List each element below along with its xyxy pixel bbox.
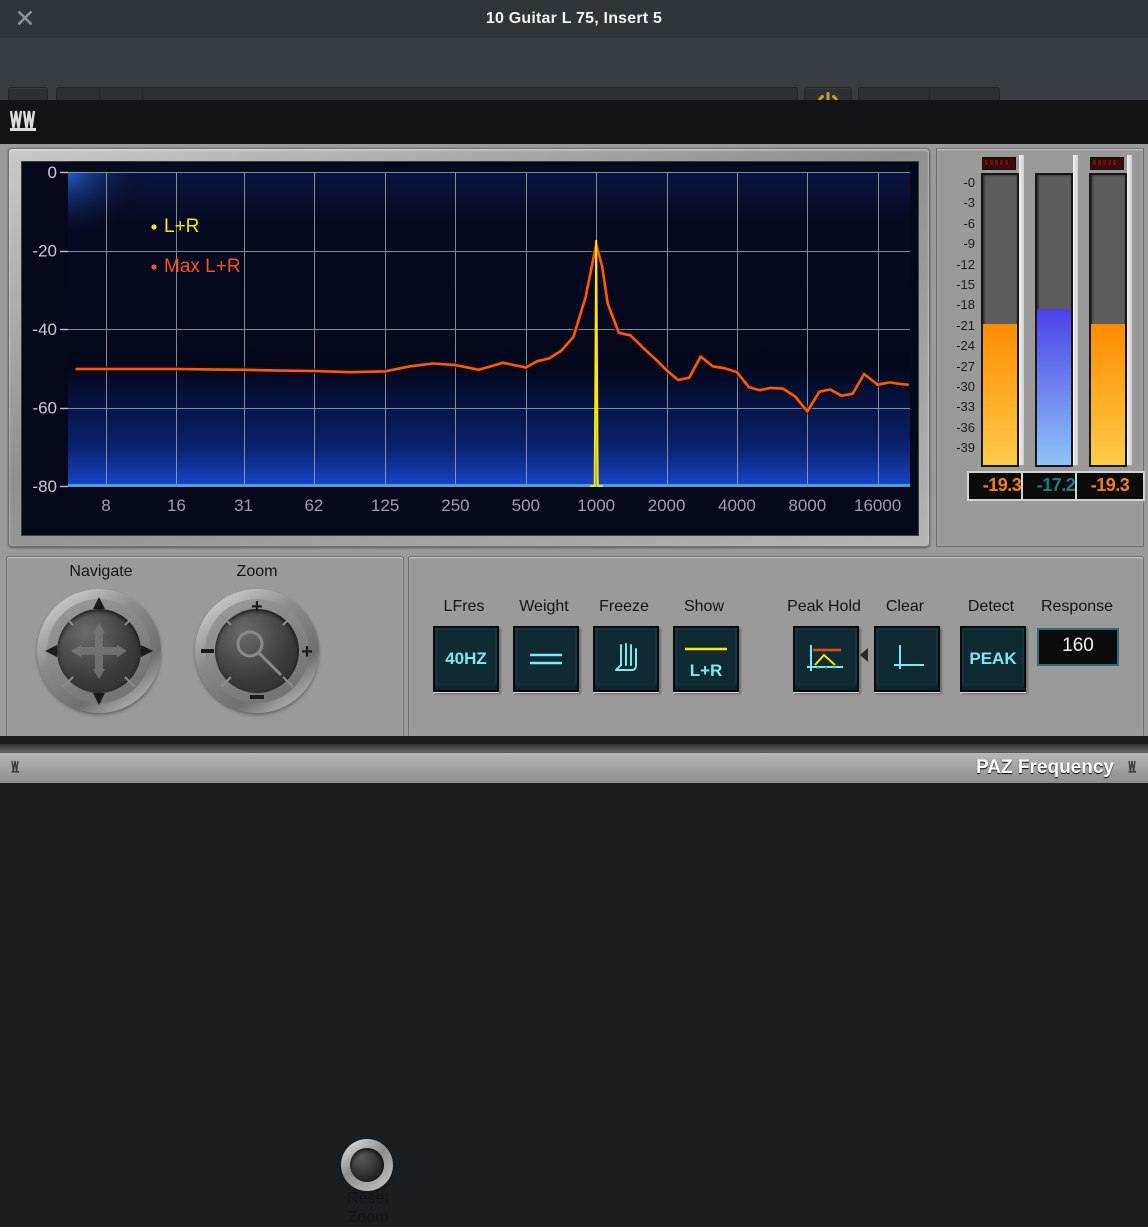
svg-text:Max L+R: Max L+R: [164, 256, 241, 277]
meter-scale-tick: -6: [963, 215, 975, 231]
meter-readout-right[interactable]: -19.3: [1075, 471, 1145, 501]
svg-text:500: 500: [512, 496, 540, 515]
svg-text:+: +: [251, 596, 263, 618]
meter-scale-tick: -30: [956, 378, 975, 394]
clip-led-inner: [1093, 160, 1117, 165]
clip-led-inner: [985, 160, 1009, 165]
svg-text:125: 125: [371, 496, 399, 515]
meter-scale-tick: -12: [956, 256, 975, 272]
peak-hold-arrow-icon[interactable]: [860, 648, 868, 662]
lfres-button[interactable]: 40HZ: [433, 626, 499, 692]
meter-scale-tick: -24: [956, 338, 975, 354]
meter-fill-left: [983, 323, 1017, 465]
meter-track-left: [981, 173, 1019, 467]
svg-text:1000: 1000: [577, 496, 615, 515]
reset-zoom-label: Reset Zoom: [333, 1189, 403, 1227]
svg-text:4000: 4000: [718, 496, 756, 515]
meter-track-center: [1035, 173, 1073, 467]
clear-button[interactable]: [874, 626, 940, 692]
reset-zoom-button[interactable]: [341, 1139, 393, 1191]
zoom-knob[interactable]: + +: [195, 589, 319, 713]
svg-text:8: 8: [101, 496, 110, 515]
detect-button[interactable]: PEAK: [960, 626, 1026, 692]
spectrum-graph[interactable]: 0 -20 -40 -60 -80 8 16 31 62 125 250 500 1000 2000 400…: [21, 161, 919, 536]
waves-logo-icon[interactable]: [8, 108, 40, 136]
lfres-value: 40HZ: [445, 649, 487, 668]
freeze-button[interactable]: [593, 626, 659, 692]
level-meter-panel: -0 -3 -6 -9 -12 -15 -18 -21 -24 -27 -30 -33 -36 -39 -…: [936, 148, 1145, 547]
svg-text:-60: -60: [32, 399, 57, 418]
joystick-arrows-icon: [45, 597, 153, 705]
waves-toolbar: Save DataPresetSaveGraph → MemClear Mem: [0, 100, 1148, 239]
detect-label: Detect: [967, 598, 1015, 615]
reset-zoom-indicator[interactable]: [350, 1148, 384, 1182]
navigate-joystick[interactable]: [37, 589, 161, 713]
svg-text:16000: 16000: [854, 496, 901, 515]
level-meter-center[interactable]: [1035, 155, 1078, 467]
waves-mini-logo-right-icon: [1128, 760, 1136, 773]
meter-scale-tick: -27: [956, 358, 975, 374]
waves-mini-logo-left-icon: [11, 760, 19, 773]
meter-highlight: [1127, 155, 1132, 465]
clip-led-left[interactable]: [982, 157, 1016, 170]
navigation-panel: Navigate Zoom + + Reset Zoom: [6, 556, 404, 1226]
svg-text:8000: 8000: [788, 496, 826, 515]
meter-scale-tick: -33: [956, 399, 975, 415]
svg-text:62: 62: [304, 496, 323, 515]
axes-icon: [886, 641, 928, 677]
meter-scale-tick: -21: [956, 317, 975, 333]
preset-bar: + ‹ › Default COPY PASTE: [0, 38, 1148, 131]
svg-text:-80: -80: [32, 477, 57, 496]
level-meter-left[interactable]: [981, 155, 1024, 467]
spectrum-graph-bezel: 0 -20 -40 -60 -80 8 16 31 62 125 250 500 1000 2000 400…: [8, 148, 930, 547]
window-title: 10 Guitar L 75, Insert 5: [485, 10, 663, 27]
svg-text:2000: 2000: [648, 496, 686, 515]
detect-value: PEAK: [969, 649, 1017, 668]
peak-graph-icon: [805, 641, 847, 677]
svg-text:31: 31: [234, 496, 253, 515]
svg-text:L+R: L+R: [164, 216, 199, 237]
meter-scale-tick: -3: [963, 195, 975, 211]
svg-text:-40: -40: [32, 320, 57, 339]
peak-hold-button[interactable]: [793, 626, 859, 692]
weight-button[interactable]: [513, 626, 579, 692]
meter-track-right: [1089, 173, 1127, 467]
svg-text:0: 0: [48, 163, 57, 182]
reset-zoom-line2: Zoom: [347, 1209, 389, 1226]
svg-text:-20: -20: [32, 242, 57, 261]
zoom-label: Zoom: [236, 563, 278, 580]
response-label: Response: [1040, 598, 1114, 615]
meter-scale-tick: -0: [963, 175, 975, 190]
show-value: L+R: [689, 660, 723, 680]
meter-highlight: [1019, 155, 1024, 465]
reset-zoom-line1: Reset: [347, 1190, 389, 1207]
equal-lines-icon: [526, 646, 566, 672]
svg-text:250: 250: [441, 496, 469, 515]
meter-scale-tick: -18: [956, 297, 975, 313]
meter-scale-tick: -9: [963, 236, 975, 252]
svg-text:+: +: [301, 641, 313, 663]
response-value-field[interactable]: 160: [1037, 628, 1119, 666]
show-label: Show: [683, 598, 725, 615]
meter-scale-tick: -36: [956, 419, 975, 435]
meter-scale-left: -0 -3 -6 -9 -12 -15 -18 -21 -24 -27 -30 -33 -36 -39: [941, 173, 975, 458]
meter-scale-tick: -15: [956, 276, 975, 292]
meter-fill-right: [1091, 323, 1125, 465]
meter-highlight: [1073, 155, 1078, 465]
status-bar: PAZ Frequency: [0, 752, 1148, 783]
svg-text:16: 16: [167, 496, 186, 515]
spectrum-plot[interactable]: 0 -20 -40 -60 -80 8 16 31 62 125 250 500 1000 2000 400…: [22, 162, 918, 535]
magnifier-icon: ++: [201, 596, 313, 699]
plugin-name-label: PAZ Frequency: [976, 757, 1114, 778]
yellow-line-icon: [684, 638, 728, 658]
meter-scale-tick: -39: [956, 440, 975, 456]
level-meter-right[interactable]: [1089, 155, 1132, 467]
clip-led-right[interactable]: [1090, 157, 1124, 170]
hand-icon: [609, 641, 643, 677]
meter-fill-center: [1037, 308, 1071, 465]
title-bar: ✕ 10 Guitar L 75, Insert 5: [0, 0, 1148, 39]
navigate-label: Navigate: [69, 563, 133, 580]
show-button[interactable]: L+R: [673, 626, 739, 692]
